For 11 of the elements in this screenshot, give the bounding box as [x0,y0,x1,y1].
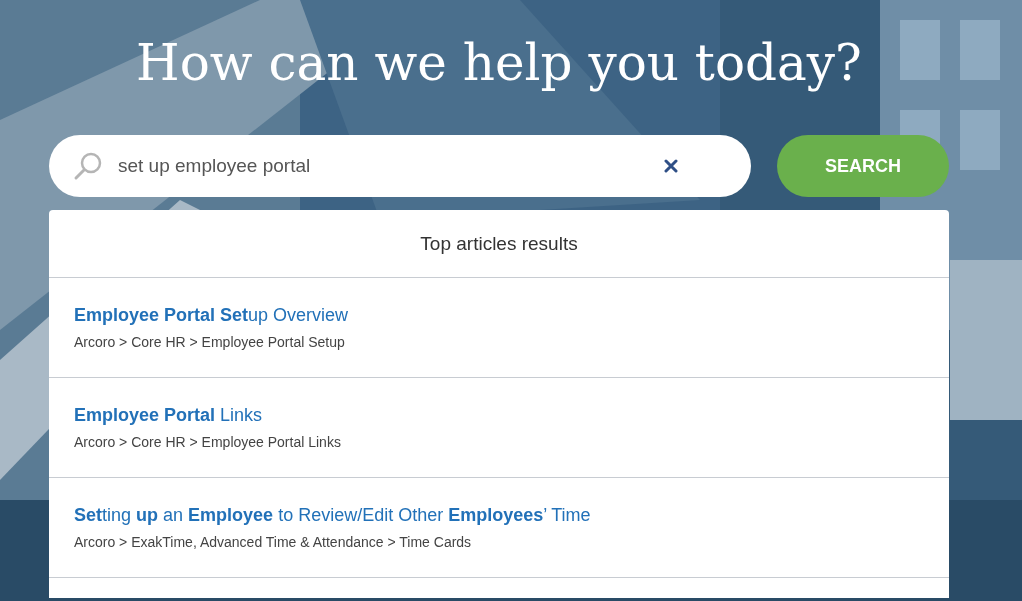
article-link[interactable]: Employee Portal Setup Overview [74,305,349,326]
breadcrumb: Arcoro > Core HR > Employee Portal Links [74,434,342,450]
breadcrumb: Arcoro > Core HR > Employee Portal Setup [74,334,346,350]
article-link[interactable]: Setting up an Employee to Review/Edit Other Employees’ Time [74,505,591,526]
clear-icon[interactable] [664,159,678,173]
breadcrumb: Arcoro > ExakTime, Advanced Time & Attendance > Time Cards [74,534,473,550]
page-heading: How can we help you today? [135,33,863,94]
search-field[interactable]: set up employee portal [49,135,751,197]
search-icon [73,151,103,181]
article-link[interactable]: Employee Portal Links [74,405,263,426]
results-header: Top articles results [420,232,578,255]
